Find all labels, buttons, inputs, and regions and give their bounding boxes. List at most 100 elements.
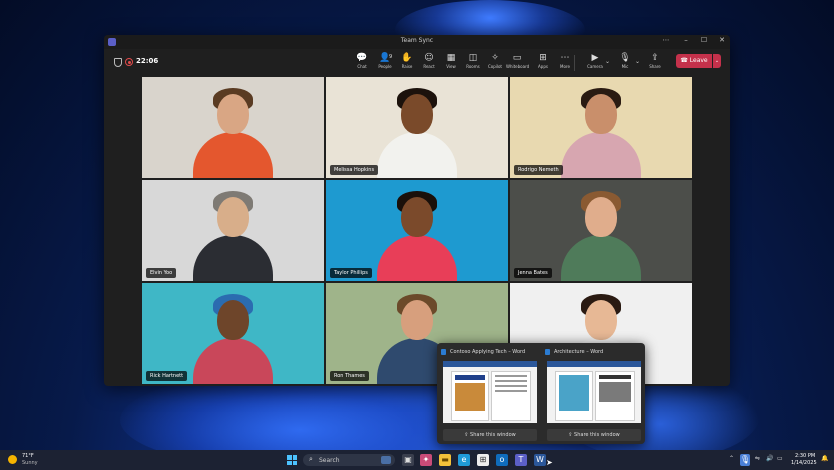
close-icon[interactable]: ✕ bbox=[716, 36, 728, 44]
tray-chevron-icon[interactable]: ⌃ bbox=[729, 455, 734, 462]
volume-icon[interactable]: 🔊 bbox=[766, 455, 773, 462]
tray-mic-icon[interactable]: 🎙 bbox=[740, 454, 750, 466]
copilot-label: Copilot bbox=[487, 64, 503, 69]
participant-face bbox=[401, 197, 433, 237]
window-more-icon[interactable]: ⋯ bbox=[660, 36, 672, 44]
share-button[interactable]: ⇪ Share bbox=[644, 53, 666, 73]
leave-button[interactable]: ☎ Leave bbox=[676, 54, 712, 68]
task-view-icon[interactable]: ▣ bbox=[402, 454, 414, 466]
camera-options-chevron-icon[interactable]: ⌄ bbox=[605, 58, 610, 65]
clock-date[interactable]: 1/14/2025 bbox=[791, 460, 817, 466]
participant-video-tile[interactable] bbox=[142, 77, 324, 178]
participant-video-tile[interactable]: Jenna Bates bbox=[510, 180, 692, 281]
raise-button[interactable]: ✋ Raise bbox=[396, 53, 418, 73]
search-icon: ⌕ bbox=[309, 455, 313, 463]
edge-icon[interactable]: e bbox=[458, 454, 470, 466]
copilot-app-icon[interactable]: ✦ bbox=[420, 454, 432, 466]
minimize-icon[interactable]: – bbox=[680, 36, 692, 44]
teams-taskbar-icon[interactable]: T bbox=[515, 454, 527, 466]
participant-silhouette bbox=[561, 86, 641, 178]
participant-body bbox=[193, 338, 273, 384]
file-explorer-icon[interactable]: ▬ bbox=[439, 454, 451, 466]
search-label: Search bbox=[319, 457, 340, 464]
notification-bell-icon[interactable]: 🔔 bbox=[821, 455, 828, 462]
rooms-button[interactable]: ◫ Rooms bbox=[462, 53, 484, 73]
share-window-card[interactable]: Architecture – Word ⇪ Share this window bbox=[545, 347, 643, 441]
mic-icon: 🎙 bbox=[619, 53, 631, 63]
start-button[interactable] bbox=[287, 455, 297, 465]
camera-icon: ▶ bbox=[591, 53, 599, 63]
mic-options-chevron-icon[interactable]: ⌄ bbox=[635, 58, 640, 65]
participant-video-tile[interactable]: Taylor Phillips bbox=[326, 180, 508, 281]
copilot-button[interactable]: ✧ Copilot bbox=[484, 53, 506, 73]
maximize-icon[interactable]: ☐ bbox=[698, 36, 710, 44]
leave-label: Leave bbox=[689, 57, 708, 64]
participant-video-tile[interactable]: Rodrigo Nemeth bbox=[510, 77, 692, 178]
more-label: More bbox=[560, 64, 570, 69]
chat-button[interactable]: 💬 Chat bbox=[351, 53, 373, 73]
people-button[interactable]: 👤 9 People bbox=[374, 53, 396, 73]
participant-video-tile[interactable]: Elvin Yoo bbox=[142, 180, 324, 281]
search-highlight-icon bbox=[381, 456, 391, 464]
participant-silhouette bbox=[377, 189, 457, 281]
share-icon: ⇪ bbox=[651, 53, 659, 63]
network-icon[interactable]: ⇋ bbox=[755, 455, 760, 462]
rooms-icon: ◫ bbox=[468, 53, 478, 63]
chat-icon: 💬 bbox=[356, 53, 368, 63]
whiteboard-button[interactable]: ▭ Whiteboard bbox=[506, 53, 530, 73]
participant-body bbox=[193, 235, 273, 281]
share-window-popup: Contoso Applying Tech – Word ⇪ Share thi… bbox=[437, 343, 645, 444]
apps-label: Apps bbox=[538, 64, 548, 69]
participant-face bbox=[217, 300, 249, 340]
search-box[interactable]: ⌕ Search bbox=[303, 454, 395, 466]
word-icon bbox=[441, 349, 446, 355]
store-icon[interactable]: ⊞ bbox=[477, 454, 489, 466]
weather-description[interactable]: Sunny bbox=[22, 460, 38, 466]
video-grid: Melissa Hopkins Rodrigo Nemeth Elvin Yoo Ta… bbox=[142, 77, 692, 384]
participant-body bbox=[561, 235, 641, 281]
taskbar: 71°F Sunny ⌕ Search ▣ ✦ ▬ e ⊞ o T W ➤ ⌃ … bbox=[0, 450, 834, 470]
copilot-icon: ✧ bbox=[491, 53, 499, 63]
view-button[interactable]: ▦ View bbox=[440, 53, 462, 73]
title-bar[interactable]: Team Sync ⋯ – ☐ ✕ bbox=[104, 35, 730, 49]
mic-button[interactable]: 🎙 Mic bbox=[614, 53, 636, 73]
react-button[interactable]: ☺ React bbox=[418, 53, 440, 73]
share-this-window-button[interactable]: ⇪ Share this window bbox=[443, 429, 537, 441]
participant-name-tag: Melissa Hopkins bbox=[330, 165, 379, 175]
outlook-icon[interactable]: o bbox=[496, 454, 508, 466]
apps-icon: ⊞ bbox=[539, 53, 547, 63]
whiteboard-label: Whiteboard bbox=[506, 64, 530, 69]
clock-time[interactable]: 2:30 PM bbox=[795, 453, 815, 459]
participant-silhouette bbox=[377, 86, 457, 178]
participant-video-tile[interactable]: Rick Hartnett bbox=[142, 283, 324, 384]
raise-label: Raise bbox=[401, 64, 413, 69]
participant-body bbox=[561, 132, 641, 178]
participant-name-tag: Taylor Phillips bbox=[330, 268, 372, 278]
camera-button[interactable]: ▶ Camera bbox=[584, 53, 606, 73]
people-label: People bbox=[378, 64, 392, 69]
react-icon: ☺ bbox=[424, 53, 434, 63]
participant-face bbox=[585, 197, 617, 237]
view-icon: ▦ bbox=[446, 53, 456, 63]
apps-button[interactable]: ⊞ Apps bbox=[532, 53, 554, 73]
weather-sun-icon[interactable] bbox=[8, 455, 17, 464]
people-icon: 👤 bbox=[379, 53, 391, 63]
participant-face bbox=[401, 300, 433, 340]
phone-hangup-icon: ☎ bbox=[680, 57, 690, 64]
leave-options-chevron-icon[interactable]: ⌄ bbox=[713, 54, 721, 68]
share-this-window-button[interactable]: ⇪ Share this window bbox=[547, 429, 641, 441]
word-taskbar-icon[interactable]: W bbox=[534, 454, 546, 466]
camera-label: Camera bbox=[587, 64, 603, 69]
weather-temperature[interactable]: 71°F bbox=[22, 453, 34, 459]
share-window-card[interactable]: Contoso Applying Tech – Word ⇪ Share thi… bbox=[441, 347, 539, 441]
word-icon bbox=[545, 349, 550, 355]
more-button[interactable]: ⋯ More bbox=[554, 53, 576, 73]
shield-icon bbox=[114, 58, 122, 67]
window-thumbnail-title: Contoso Applying Tech – Word bbox=[450, 349, 526, 355]
window-thumbnail bbox=[547, 361, 641, 423]
participant-video-tile[interactable]: Melissa Hopkins bbox=[326, 77, 508, 178]
battery-icon[interactable]: ▭ bbox=[777, 455, 783, 462]
participant-body bbox=[377, 235, 457, 281]
share-label: Share this window bbox=[574, 432, 620, 438]
participant-name-tag: Elvin Yoo bbox=[146, 268, 177, 278]
